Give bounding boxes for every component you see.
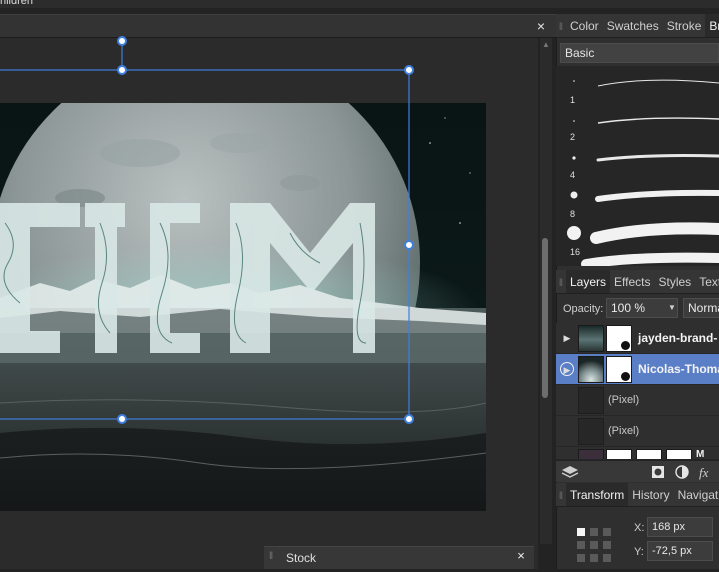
layer-row[interactable]: ▶ jayden-brand- <box>556 323 719 354</box>
layer-thumbnail <box>578 356 604 383</box>
rotate-handle[interactable] <box>117 36 127 46</box>
tab-effects[interactable]: Effects <box>610 270 654 293</box>
close-icon[interactable]: × <box>514 549 528 563</box>
brush-list[interactable]: 1 2 4 8 16 <box>556 66 719 266</box>
layers-toolbar-icons: fx <box>561 465 709 480</box>
artwork-image[interactable] <box>0 103 486 511</box>
grip-icon[interactable]: ‖ <box>556 22 566 33</box>
transform-tab-bar: ‖ Transform History Navigat <box>556 483 719 507</box>
expand-arrow-icon[interactable]: ▶ <box>560 331 574 345</box>
tab-transform[interactable]: Transform <box>566 483 629 506</box>
x-label: X: <box>634 522 645 534</box>
brush-size-label: 8 <box>570 209 576 219</box>
tab-brushes[interactable]: Br <box>705 14 719 37</box>
anchor-grid-graphic <box>577 528 611 562</box>
tab-color[interactable]: Color <box>566 14 603 37</box>
resize-handle-top[interactable] <box>117 65 127 75</box>
mask-icon <box>606 449 632 459</box>
tab-navigator[interactable]: Navigat <box>674 483 719 506</box>
opacity-label: Opacity: <box>563 303 604 315</box>
layer-name[interactable]: M <box>696 449 704 459</box>
scrollbar-thumb[interactable] <box>542 238 548 398</box>
mask-icon <box>606 356 632 383</box>
brush-strokes <box>567 79 719 266</box>
mask-icon <box>652 466 664 478</box>
brush-category-select[interactable]: Basic <box>560 43 719 63</box>
tab-layers[interactable]: Layers <box>566 270 611 293</box>
layer-thumbnail <box>578 418 604 445</box>
layer-name[interactable]: jayden-brand- <box>638 331 717 345</box>
brush-size-label: 1 <box>570 95 576 105</box>
grip-icon[interactable]: ‖ <box>556 491 566 502</box>
dropdown-arrow-icon[interactable]: ▼ <box>668 303 676 312</box>
resize-handle-top-right[interactable] <box>404 65 414 75</box>
resize-handle-bottom[interactable] <box>117 414 127 424</box>
layer-row[interactable]: (Pixel) <box>556 416 719 447</box>
layer-name[interactable]: (Pixel) <box>608 425 639 437</box>
x-position-field[interactable]: 168 px <box>647 517 713 537</box>
layer-name[interactable]: Nicolas-Thoma <box>638 362 719 376</box>
brush-size-label: 2 <box>570 132 576 142</box>
adjustment-icon <box>675 465 689 479</box>
layer-thumbnail <box>578 449 604 459</box>
mask-icon <box>666 449 692 459</box>
layer-thumbnail <box>578 325 604 352</box>
mask-icon <box>636 449 662 459</box>
close-icon[interactable]: × <box>533 18 549 34</box>
layer-row[interactable]: M <box>556 447 719 460</box>
brush-size-label: 16 <box>570 247 581 257</box>
layers-toolbar: fx <box>556 460 719 482</box>
tab-stroke[interactable]: Stroke <box>663 14 706 37</box>
layers-stack-icon <box>561 466 579 478</box>
blend-mode-select[interactable]: Normal <box>683 298 719 318</box>
menu-strip <box>0 0 719 8</box>
window-title: hildren <box>0 0 34 7</box>
brushes-tab-bar: ‖ColorSwatchesStrokeBr <box>556 14 719 38</box>
tab-swatches[interactable]: Swatches <box>603 14 663 37</box>
brush-size-label: 4 <box>570 170 576 180</box>
document-tab-bar <box>0 14 556 38</box>
y-position-field[interactable]: -72,5 px <box>647 541 713 561</box>
layer-row-selected[interactable]: ▶ Nicolas-Thoma <box>556 354 719 385</box>
layer-name[interactable]: (Pixel) <box>608 394 639 406</box>
grip-icon[interactable]: ‖ <box>556 278 566 289</box>
y-label: Y: <box>634 546 644 558</box>
fx-icon: fx <box>699 465 709 480</box>
tab-styles[interactable]: Styles <box>655 270 696 293</box>
layer-row[interactable]: (Pixel) <box>556 385 719 416</box>
expand-arrow-icon[interactable]: ▶ <box>560 362 574 376</box>
resize-handle-right[interactable] <box>404 240 414 250</box>
layer-thumbnail <box>578 387 604 414</box>
stock-label[interactable]: Stock <box>286 551 316 565</box>
tab-history[interactable]: History <box>628 483 673 506</box>
layers-tab-bar: ‖LayersEffectsStylesText <box>556 270 719 294</box>
tab-text[interactable]: Text <box>695 270 719 293</box>
artwork-illustration <box>0 103 486 511</box>
anchor-grid-icon[interactable] <box>575 526 615 566</box>
scroll-up-icon[interactable]: ▲ <box>541 40 551 50</box>
resize-handle-bottom-right[interactable] <box>404 414 414 424</box>
mask-icon <box>606 325 632 352</box>
grip-icon[interactable]: ‖ <box>269 551 273 562</box>
